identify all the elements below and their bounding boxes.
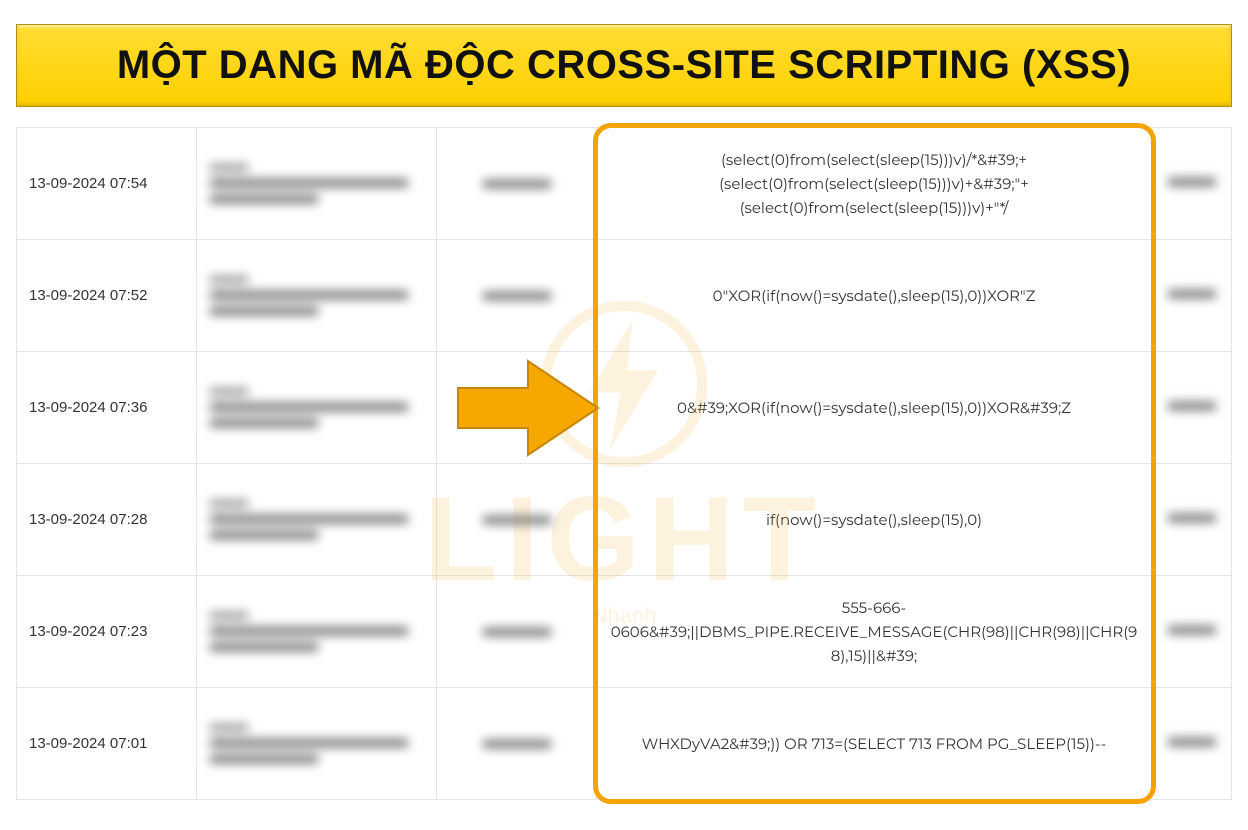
- log-date: 13-09-2024 07:28: [17, 464, 197, 576]
- log-trailing-redacted: [1152, 128, 1232, 240]
- title-bar: MỘT DANG MÃ ĐỘC CROSS-SITE SCRIPTING (XS…: [16, 24, 1232, 107]
- log-source-redacted: [197, 464, 437, 576]
- log-source-redacted: [197, 240, 437, 352]
- log-meta-redacted: [437, 352, 597, 464]
- log-trailing-redacted: [1152, 688, 1232, 800]
- log-table: 13-09-2024 07:54 (select(0)from(select(sl…: [16, 127, 1232, 800]
- log-date: 13-09-2024 07:52: [17, 240, 197, 352]
- page-title: MỘT DANG MÃ ĐỘC CROSS-SITE SCRIPTING (XS…: [25, 43, 1223, 88]
- log-payload: 0"XOR(if(now()=sysdate(),sleep(15),0))XO…: [597, 240, 1152, 352]
- table-row: 13-09-2024 07:52 0"XOR(if(now()=sysdate()…: [17, 240, 1232, 352]
- log-meta-redacted: [437, 240, 597, 352]
- table-row: 13-09-2024 07:28 if(now()=sysdate(),sleep…: [17, 464, 1232, 576]
- log-source-redacted: [197, 128, 437, 240]
- log-source-redacted: [197, 576, 437, 688]
- log-payload: 0&#39;XOR(if(now()=sysdate(),sleep(15),0…: [597, 352, 1152, 464]
- table-row: 13-09-2024 07:36 0&#39;XOR(if(now()=sysda…: [17, 352, 1232, 464]
- log-payload: WHXDyVA2&#39;)) OR 713=(SELECT 713 FROM …: [597, 688, 1152, 800]
- log-payload: (select(0)from(select(sleep(15)))v)/*&#3…: [597, 128, 1152, 240]
- table-row: 13-09-2024 07:23 555-666-0606&#39;||DBMS_…: [17, 576, 1232, 688]
- log-meta-redacted: [437, 464, 597, 576]
- log-date: 13-09-2024 07:01: [17, 688, 197, 800]
- log-date: 13-09-2024 07:54: [17, 128, 197, 240]
- table-row: 13-09-2024 07:54 (select(0)from(select(sl…: [17, 128, 1232, 240]
- log-meta-redacted: [437, 128, 597, 240]
- log-trailing-redacted: [1152, 352, 1232, 464]
- log-trailing-redacted: [1152, 464, 1232, 576]
- log-trailing-redacted: [1152, 576, 1232, 688]
- log-payload: if(now()=sysdate(),sleep(15),0): [597, 464, 1152, 576]
- log-meta-redacted: [437, 688, 597, 800]
- log-trailing-redacted: [1152, 240, 1232, 352]
- log-date: 13-09-2024 07:36: [17, 352, 197, 464]
- log-payload: 555-666-0606&#39;||DBMS_PIPE.RECEIVE_MES…: [597, 576, 1152, 688]
- table-row: 13-09-2024 07:01 WHXDyVA2&#39;)) OR 713=(…: [17, 688, 1232, 800]
- log-table-wrapper: LIGHT Nhanh 13-09-2024 07:54(select(0)fr…: [16, 127, 1232, 800]
- log-source-redacted: [197, 688, 437, 800]
- log-meta-redacted: [437, 576, 597, 688]
- log-source-redacted: [197, 352, 437, 464]
- log-date: 13-09-2024 07:23: [17, 576, 197, 688]
